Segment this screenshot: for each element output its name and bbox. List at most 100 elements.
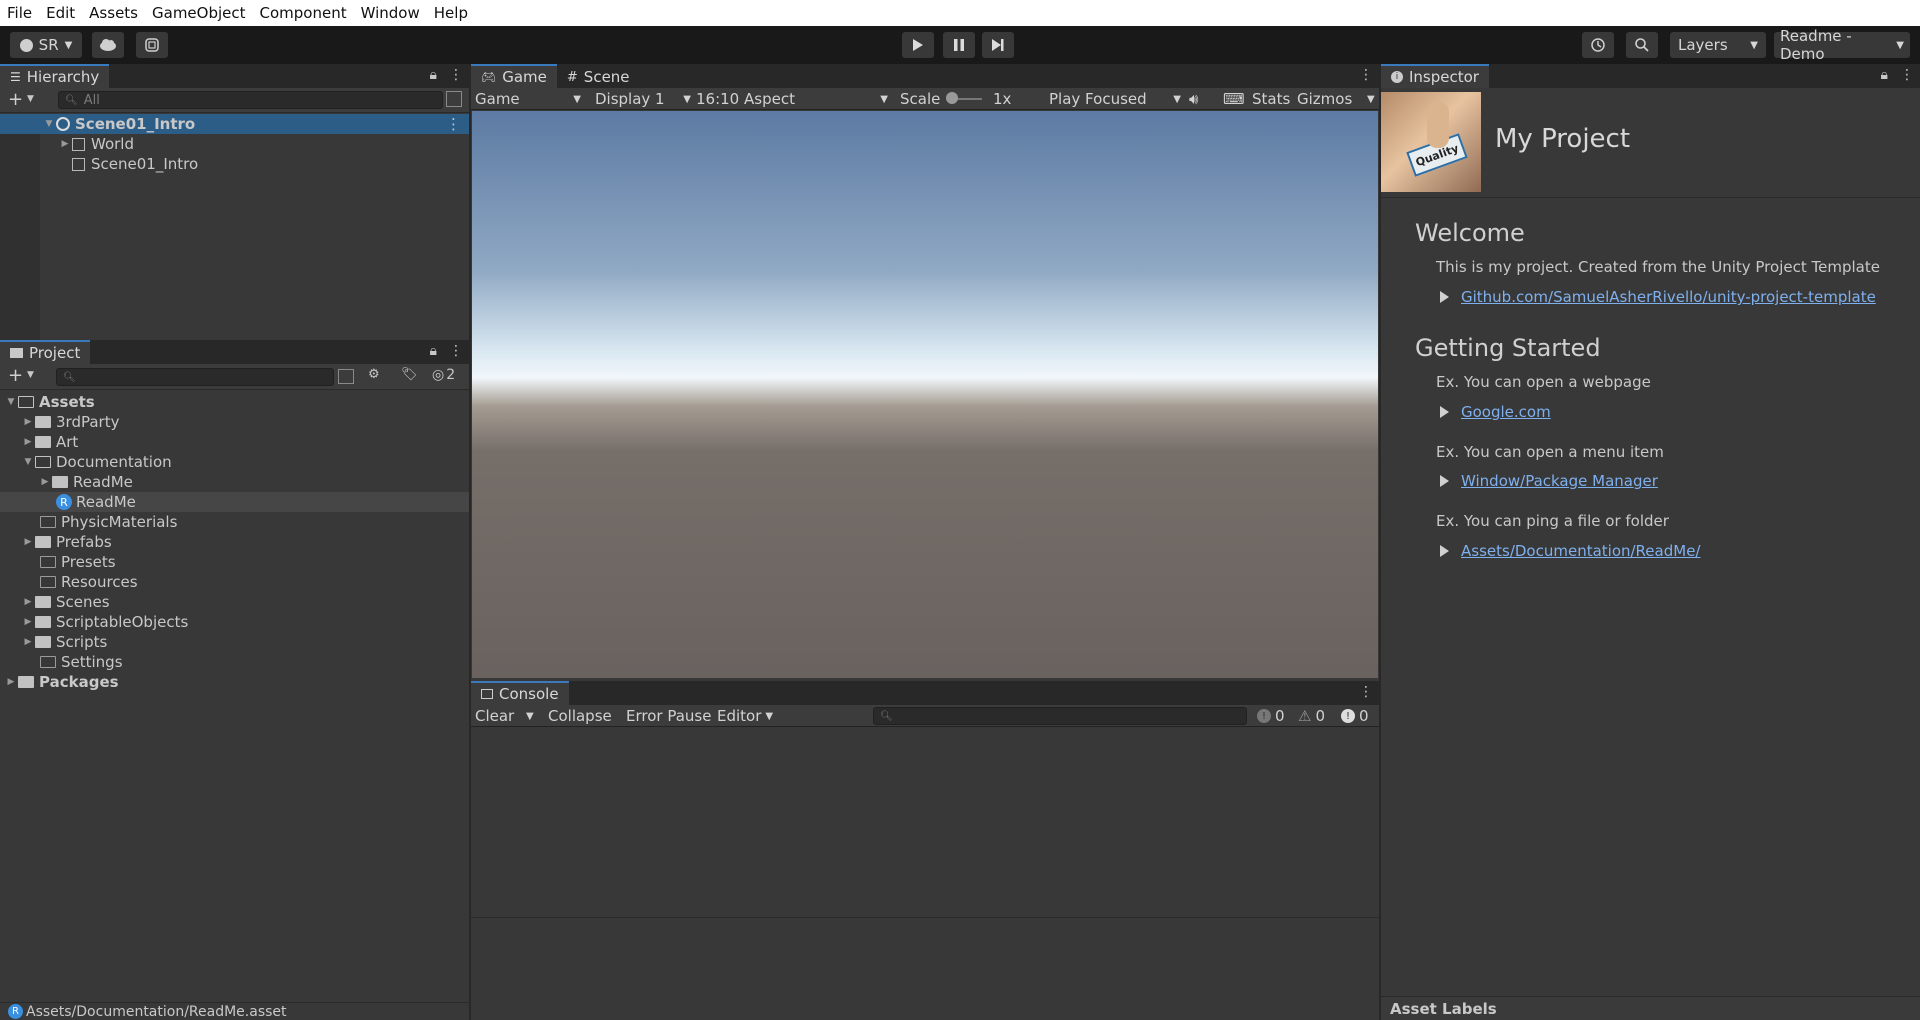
tab-hierarchy[interactable]: ☰ Hierarchy <box>0 64 110 88</box>
hierarchy-scene-row[interactable]: ▼ Scene01_Intro ⋮ <box>0 114 469 134</box>
expand-arrow-icon[interactable]: ▼ <box>4 397 18 407</box>
display-dropdown[interactable]: Display 1 ▼ <box>595 88 691 110</box>
menu-file[interactable]: File <box>0 4 39 22</box>
expand-arrow-icon[interactable]: ▶ <box>58 139 72 149</box>
more-menu-icon[interactable]: ⋮ <box>446 115 461 133</box>
clear-options-dropdown[interactable]: ▼ <box>526 705 534 727</box>
documentation-folder-link[interactable]: Assets/Documentation/ReadMe/ <box>1461 542 1700 560</box>
label-tag-icon[interactable]: 🏷︎ <box>401 367 418 382</box>
expand-arrow-icon[interactable]: ▶ <box>21 537 35 547</box>
project-item-scenes[interactable]: ▶ Scenes <box>0 592 469 612</box>
stats-button[interactable]: Stats <box>1252 88 1290 110</box>
project-item-resources[interactable]: Resources <box>0 572 469 592</box>
menu-edit[interactable]: Edit <box>39 4 82 22</box>
google-link[interactable]: Google.com <box>1461 403 1551 421</box>
tab-scene[interactable]: # Scene <box>556 64 640 88</box>
project-item-scripts[interactable]: ▶ Scripts <box>0 632 469 652</box>
welcome-link-row[interactable]: Github.com/SamuelAsherRivello/unity-proj… <box>1440 288 1876 306</box>
pause-button[interactable] <box>943 32 975 58</box>
hierarchy-search-input[interactable]: 🔍︎ All <box>58 91 443 109</box>
game-viewport[interactable] <box>472 111 1378 678</box>
more-menu-icon[interactable]: ⋮ <box>1359 67 1373 83</box>
step-button[interactable] <box>982 32 1014 58</box>
mute-audio-icon[interactable]: 🔊︎ <box>1189 88 1198 110</box>
layers-dropdown[interactable]: Layers ▼ <box>1670 32 1766 58</box>
ping-link-row[interactable]: Assets/Documentation/ReadMe/ <box>1440 542 1700 560</box>
chevron-down-icon[interactable]: ▼ <box>27 94 34 104</box>
error-count-toggle[interactable]: ! 0 <box>1341 705 1369 727</box>
history-button[interactable] <box>1582 32 1614 58</box>
console-search-input[interactable]: 🔍︎ <box>873 707 1247 725</box>
warning-count-toggle[interactable]: ⚠ 0 <box>1298 705 1325 727</box>
add-icon[interactable]: + <box>8 89 23 110</box>
collab-button[interactable] <box>136 32 168 58</box>
tab-game[interactable]: 🎮︎ Game <box>471 64 557 88</box>
expand-arrow-icon[interactable]: ▶ <box>21 637 35 647</box>
clear-button[interactable]: Clear <box>475 705 514 727</box>
project-item-presets[interactable]: Presets <box>0 552 469 572</box>
project-root-packages[interactable]: ▶ Packages <box>0 672 469 692</box>
hierarchy-item-scene01-intro[interactable]: Scene01_Intro <box>0 154 469 174</box>
menu-window[interactable]: Window <box>354 4 427 22</box>
expand-arrow-icon[interactable]: ▶ <box>21 417 35 427</box>
expand-arrow-icon[interactable]: ▶ <box>21 437 35 447</box>
project-search-input[interactable]: 🔍︎ <box>56 368 334 386</box>
play-button[interactable] <box>902 32 934 58</box>
project-item-readme-asset[interactable]: R ReadMe <box>0 492 469 512</box>
search-by-type-icon[interactable] <box>338 369 354 384</box>
github-link[interactable]: Github.com/SamuelAsherRivello/unity-proj… <box>1461 288 1876 306</box>
expand-arrow-icon[interactable]: ▼ <box>42 119 56 129</box>
more-menu-icon[interactable]: ⋮ <box>1359 684 1373 700</box>
tab-console[interactable]: Console <box>471 681 569 705</box>
account-dropdown[interactable]: SR ▼ <box>10 32 82 58</box>
asset-labels-bar[interactable]: Asset Labels <box>1381 996 1920 1020</box>
editor-dropdown[interactable]: Editor ▼ <box>717 705 773 727</box>
menu-assets[interactable]: Assets <box>82 4 145 22</box>
package-manager-link[interactable]: Window/Package Manager <box>1461 472 1658 490</box>
tab-project[interactable]: Project <box>0 340 91 364</box>
menu-link-row[interactable]: Window/Package Manager <box>1440 472 1658 490</box>
menu-help[interactable]: Help <box>427 4 475 22</box>
keyboard-icon[interactable]: ⌨︎ <box>1223 88 1245 110</box>
lock-icon[interactable]: 🔒︎ <box>430 67 437 83</box>
project-item-readme-folder[interactable]: ▶ ReadMe <box>0 472 469 492</box>
hidden-packages-toggle[interactable]: ◎ 2 <box>432 367 455 383</box>
gizmos-button[interactable]: Gizmos <box>1297 88 1352 110</box>
hierarchy-item-world[interactable]: ▶ World <box>0 134 469 154</box>
lock-icon[interactable]: 🔒︎ <box>1881 67 1888 83</box>
project-item-settings[interactable]: Settings <box>0 652 469 672</box>
scene-view-icon[interactable] <box>446 91 462 107</box>
search-button[interactable] <box>1626 32 1658 58</box>
cloud-button[interactable] <box>92 32 124 58</box>
more-menu-icon[interactable]: ⋮ <box>449 67 463 83</box>
error-pause-button[interactable]: Error Pause <box>626 705 711 727</box>
menu-component[interactable]: Component <box>253 4 354 22</box>
chevron-down-icon[interactable]: ▼ <box>1367 88 1375 110</box>
play-mode-dropdown[interactable]: Play Focused ▼ <box>1049 88 1181 110</box>
project-item-physicmaterials[interactable]: PhysicMaterials <box>0 512 469 532</box>
expand-arrow-icon[interactable]: ▶ <box>21 597 35 607</box>
project-root-assets[interactable]: ▼ Assets <box>0 392 469 412</box>
scale-slider[interactable] <box>946 88 982 110</box>
chevron-down-icon[interactable]: ▼ <box>27 370 34 380</box>
project-item-prefabs[interactable]: ▶ Prefabs <box>0 532 469 552</box>
project-item-scriptableobjects[interactable]: ▶ ScriptableObjects <box>0 612 469 632</box>
info-count-toggle[interactable]: ! 0 <box>1257 705 1285 727</box>
game-mode-dropdown[interactable]: Game ▼ <box>475 88 585 110</box>
filter-type-icon[interactable]: ⚙︎ <box>368 367 380 382</box>
slider-handle[interactable] <box>946 92 958 104</box>
project-item-art[interactable]: ▶ Art <box>0 432 469 452</box>
lock-icon[interactable]: 🔒︎ <box>430 343 437 359</box>
console-log-area[interactable] <box>471 728 1379 918</box>
more-menu-icon[interactable]: ⋮ <box>1900 67 1914 83</box>
collapse-button[interactable]: Collapse <box>548 705 612 727</box>
layout-dropdown[interactable]: Readme - Demo ▼ <box>1774 27 1910 63</box>
expand-arrow-icon[interactable]: ▶ <box>4 677 18 687</box>
project-item-3rdparty[interactable]: ▶ 3rdParty <box>0 412 469 432</box>
webpage-link-row[interactable]: Google.com <box>1440 403 1551 421</box>
aspect-dropdown[interactable]: 16:10 Aspect ▼ <box>696 88 888 110</box>
menu-gameobject[interactable]: GameObject <box>145 4 253 22</box>
add-icon[interactable]: + <box>8 365 23 386</box>
expand-arrow-icon[interactable]: ▶ <box>21 617 35 627</box>
tab-inspector[interactable]: i Inspector <box>1381 64 1489 88</box>
